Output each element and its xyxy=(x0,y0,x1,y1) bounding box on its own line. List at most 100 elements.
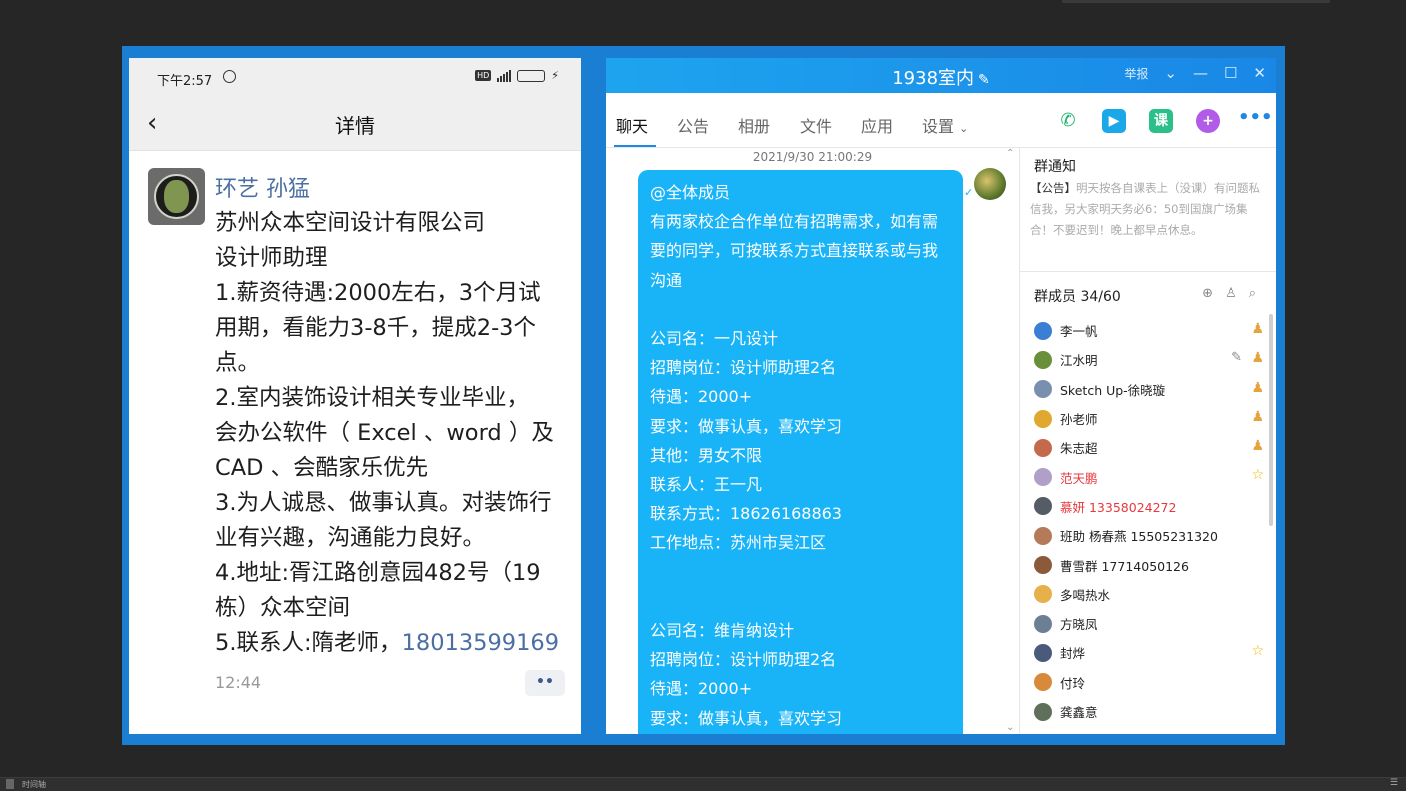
message-line: 4.地址:胥江路创意园482号（19 xyxy=(215,560,541,586)
active-tab-indicator xyxy=(614,145,656,147)
members-scrollbar[interactable] xyxy=(1269,314,1273,526)
members-list: 李一帆 ♟ 江水明 ✎ ♟ Sketch Up-徐晓璇 ♟ 孙老师 ♟ 朱志超 ♟ 范天鹏 ☆ 慕妍 13… xyxy=(1034,316,1264,726)
member-name: 孙老师 xyxy=(1060,412,1098,428)
contact-prefix: 5.联系人:隋老师， xyxy=(215,630,402,656)
add-member-icon[interactable]: ♙ xyxy=(1225,286,1237,301)
search-icon[interactable]: ⌕ xyxy=(1249,286,1256,301)
member-avatar xyxy=(1034,468,1052,487)
video-call-icon[interactable]: ▶ xyxy=(1102,109,1126,133)
add-app-icon[interactable]: + xyxy=(1196,109,1220,133)
chat-line: 要求：做事认真，喜欢学习 xyxy=(650,708,843,728)
message-time: 12:44 xyxy=(215,673,262,692)
scroll-up-icon[interactable]: ⌃ xyxy=(1006,148,1014,159)
status-time: 下午2:57 xyxy=(157,74,213,89)
notice-tag: 【公告】 xyxy=(1030,181,1076,195)
sender-avatar[interactable] xyxy=(974,168,1006,200)
member-row[interactable]: 封烨 ☆ xyxy=(1034,638,1264,667)
member-row[interactable]: 多喝热水 xyxy=(1034,580,1264,609)
more-button[interactable]: •• xyxy=(525,670,565,696)
chat-line: 有两家校企合作单位有招聘需求，如有需 xyxy=(650,212,939,232)
chat-line xyxy=(650,587,951,616)
member-avatar xyxy=(1034,673,1052,692)
chat-line: 公司名：一凡设计 xyxy=(650,329,779,348)
title-bar: 1938室内 ✎ 举报 ⌄ — ☐ ✕ xyxy=(606,58,1276,93)
tab-notice[interactable]: 公告 xyxy=(677,113,709,137)
member-row[interactable]: Sketch Up-徐晓璇 ♟ xyxy=(1034,375,1264,404)
member-row[interactable]: 慕妍 13358024272 xyxy=(1034,492,1264,521)
member-avatar xyxy=(1034,585,1052,604)
member-row[interactable]: 范天鹏 ☆ xyxy=(1034,462,1264,491)
tab-apps[interactable]: 应用 xyxy=(861,113,893,137)
member-name: 方晓凤 xyxy=(1060,617,1098,633)
timeline-marker[interactable] xyxy=(6,779,14,789)
member-row[interactable]: 朱志超 ♟ xyxy=(1034,433,1264,462)
chat-line: 公司名：维肯纳设计 xyxy=(650,621,795,640)
member-avatar xyxy=(1034,497,1052,516)
pencil-icon[interactable]: ✎ xyxy=(1231,350,1242,365)
chat-message-bubble[interactable]: @全体成员有两家校企合作单位有招聘需求，如有需 要的同学，可按联系方式直接联系或与… xyxy=(638,170,963,734)
member-row[interactable]: 龚鑫意 xyxy=(1034,697,1264,726)
scroll-down-icon[interactable]: ⌄ xyxy=(1006,722,1014,733)
member-row[interactable]: 付玲 xyxy=(1034,668,1264,697)
member-avatar xyxy=(1034,321,1052,340)
phone-number-link[interactable]: 18013599169 xyxy=(402,630,559,656)
chevron-down-icon: ⌄ xyxy=(959,122,969,135)
member-row[interactable]: 方晓凤 xyxy=(1034,609,1264,638)
sender-name[interactable]: 环艺 孙猛 xyxy=(215,171,310,203)
member-name: 李一帆 xyxy=(1060,324,1098,340)
chat-area: 2021/9/30 21:00:29 ⌃ @全体成员有两家校企合作单位有招聘需求… xyxy=(606,148,1019,734)
member-row[interactable]: 曹雪群 17714050126 xyxy=(1034,550,1264,579)
close-icon[interactable]: ✕ xyxy=(1253,64,1266,82)
timeline-label: 时间轴 xyxy=(22,780,46,789)
member-name: 朱志超 xyxy=(1060,441,1098,457)
qq-group-window: 1938室内 ✎ 举报 ⌄ — ☐ ✕ 聊天 公告 相册 文件 应用 设置 ⌄ ✆… xyxy=(606,58,1276,734)
charging-icon: ⚡ xyxy=(551,69,559,82)
chat-timestamp: 2021/9/30 21:00:29 xyxy=(752,150,873,164)
tab-chat[interactable]: 聊天 xyxy=(616,113,648,137)
pencil-icon[interactable]: ✎ xyxy=(978,72,990,88)
maximize-icon[interactable]: ☐ xyxy=(1224,64,1237,82)
members-tools: ⊕ ♙ ⌕ xyxy=(1202,286,1256,301)
chat-line: 联系方式：18626168863 xyxy=(650,504,842,524)
message-line: CAD 、会酷家乐优先 xyxy=(215,455,429,481)
message-line: 3.为人诚恳、做事认真。对装饰行 xyxy=(215,490,552,516)
sender-avatar[interactable] xyxy=(148,168,205,225)
chat-line: @全体成员 xyxy=(650,183,731,202)
member-row[interactable]: 孙老师 ♟ xyxy=(1034,404,1264,433)
message-line: 会办公软件（ Excel 、word ）及 xyxy=(215,420,554,446)
minimize-icon[interactable]: — xyxy=(1193,64,1208,82)
phone-detail-view: 下午2:57 HD ⚡ ‹ 详情 环艺 孙猛 苏州众本空间设计有限公司 设计师助理… xyxy=(129,58,581,734)
member-name: 慕妍 13358024272 xyxy=(1060,499,1177,515)
member-avatar xyxy=(1034,438,1052,457)
chat-line xyxy=(650,295,951,324)
status-icons: HD ⚡ xyxy=(475,69,559,82)
status-bar: 下午2:57 HD ⚡ xyxy=(129,58,581,96)
tab-settings[interactable]: 设置 ⌄ xyxy=(922,113,968,137)
chat-line: 要的同学，可按联系方式直接联系或与我 xyxy=(650,241,939,261)
menu-icon[interactable]: ☰ xyxy=(1390,778,1398,788)
admin-badge-icon: ♟ xyxy=(1251,350,1264,367)
member-row[interactable]: 江水明 ✎ ♟ xyxy=(1034,345,1264,374)
member-row[interactable]: 班助 杨春燕 15505231320 xyxy=(1034,521,1264,550)
chevron-down-icon[interactable]: ⌄ xyxy=(1164,64,1177,82)
members-title: 群成员 34/60 xyxy=(1034,289,1121,305)
chat-line: 其他：男女不限 xyxy=(650,445,763,465)
phone-call-icon[interactable]: ✆ xyxy=(1056,109,1080,133)
page-title: 详情 xyxy=(335,114,375,138)
invite-icon[interactable]: ⊕ xyxy=(1202,286,1213,301)
group-notice-panel[interactable]: 群通知 【公告】明天按各自课表上（没课）有问题私信我，另大家明天务必6：50到国… xyxy=(1020,148,1276,272)
more-icon[interactable]: ••• xyxy=(1238,109,1273,133)
report-button[interactable]: 举报 xyxy=(1124,65,1148,82)
member-row[interactable]: 李一帆 ♟ xyxy=(1034,316,1264,345)
member-avatar xyxy=(1034,556,1052,575)
contact-line: 5.联系人:隋老师，18013599169 xyxy=(215,626,565,661)
chat-line: 联系人：王一凡 xyxy=(650,475,763,495)
members-panel: 群成员 34/60 ⊕ ♙ ⌕ 李一帆 ♟ 江水明 ✎ ♟ Sketch Up-徐晓璇 ♟ 孙… xyxy=(1020,272,1276,734)
group-name: 1938室内 xyxy=(892,68,975,89)
member-avatar xyxy=(1034,380,1052,399)
classroom-icon[interactable]: 课 xyxy=(1149,109,1173,133)
tab-files[interactable]: 文件 xyxy=(800,113,832,137)
message-line: 设计师助理 xyxy=(215,245,328,271)
tab-album[interactable]: 相册 xyxy=(738,113,770,137)
message-line: 点。 xyxy=(215,350,261,376)
